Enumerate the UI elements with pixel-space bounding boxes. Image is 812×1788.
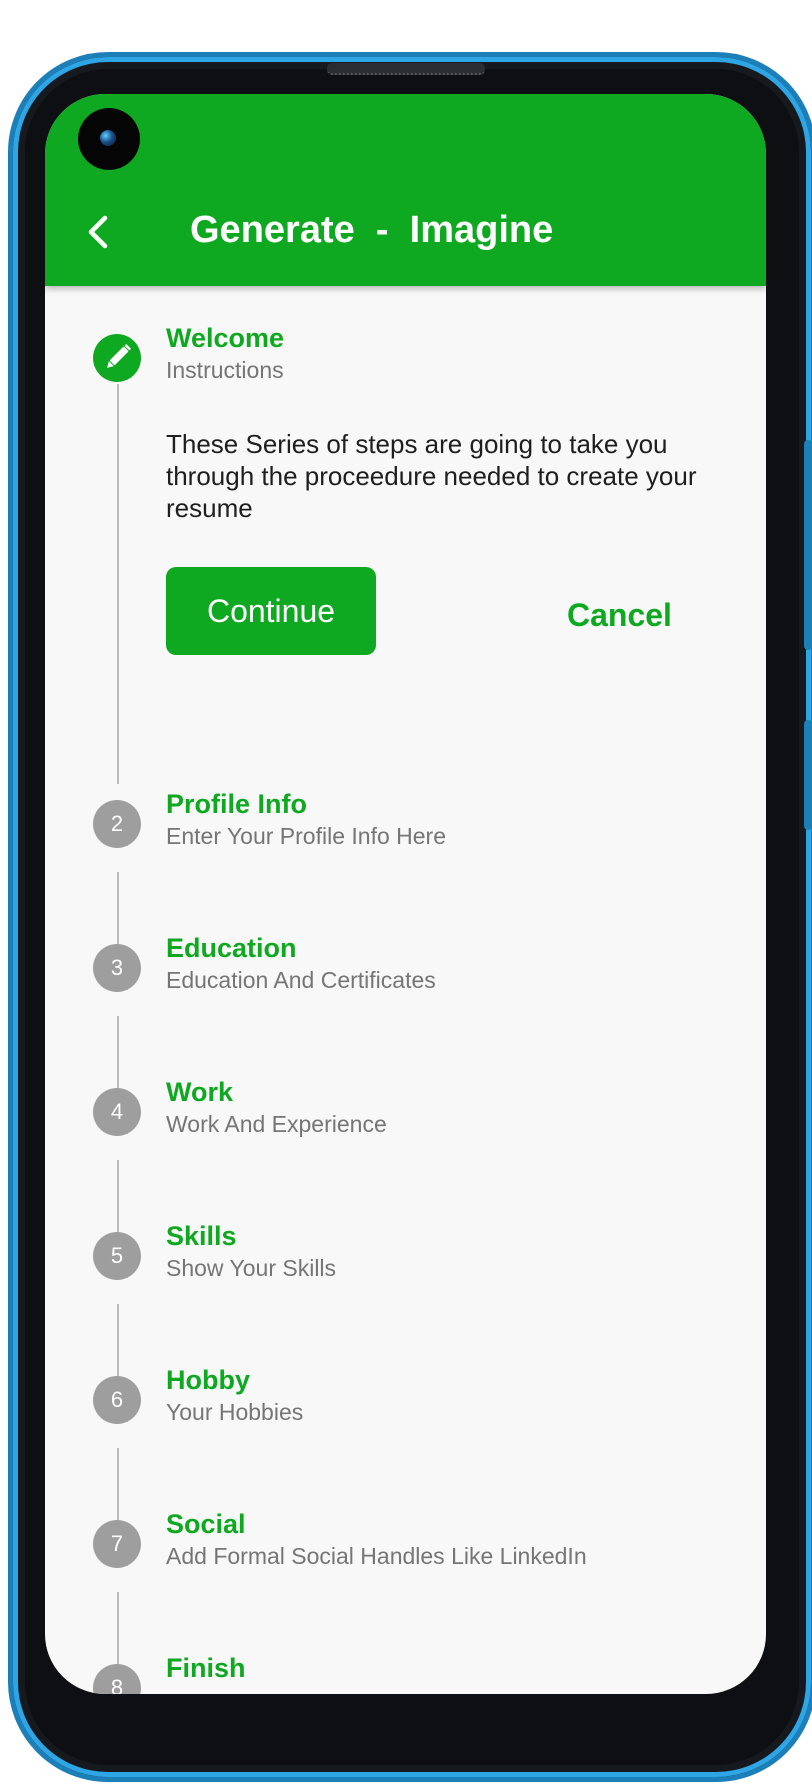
step-subtitle: Work And Experience — [166, 1111, 387, 1137]
earpiece-speaker — [327, 63, 485, 75]
step-title[interactable]: Finish — [166, 1653, 246, 1684]
step-number-indicator[interactable]: 4 — [93, 1088, 141, 1136]
step-subtitle: Add Formal Social Handles Like LinkedIn — [166, 1543, 587, 1569]
step-number-indicator[interactable]: 6 — [93, 1376, 141, 1424]
power-button — [804, 720, 812, 830]
step-connector — [117, 872, 119, 944]
step-connector — [117, 1304, 119, 1376]
continue-button[interactable]: Continue — [166, 567, 376, 655]
app-screen: Generate - Imagine Welcome Instructions … — [45, 94, 766, 1694]
step-subtitle: Education And Certificates — [166, 967, 436, 993]
step-connector — [117, 1160, 119, 1232]
step-number-indicator[interactable]: 2 — [93, 800, 141, 848]
step-connector — [117, 1448, 119, 1520]
step-subtitle: Show Your Skills — [166, 1255, 337, 1281]
step-number-indicator[interactable]: 7 — [93, 1520, 141, 1568]
step-title[interactable]: Work — [166, 1077, 233, 1108]
step-welcome-indicator[interactable] — [93, 334, 141, 382]
arrow-back-icon[interactable] — [85, 212, 113, 252]
step-number-indicator[interactable]: 3 — [93, 944, 141, 992]
step-connector — [117, 1016, 119, 1088]
step-title[interactable]: Welcome — [166, 323, 284, 354]
step-connector — [117, 1592, 119, 1664]
step-title[interactable]: Social — [166, 1509, 246, 1540]
app-bar: Generate - Imagine — [45, 94, 766, 286]
step-connector — [117, 384, 119, 784]
step-subtitle: Your Hobbies — [166, 1399, 304, 1425]
step-number-indicator[interactable]: 8 — [93, 1664, 141, 1694]
step-title[interactable]: Hobby — [166, 1365, 250, 1396]
front-camera — [78, 108, 140, 170]
step-subtitle: Instructions — [166, 357, 284, 383]
step-title[interactable]: Skills — [166, 1221, 237, 1252]
volume-button — [804, 440, 812, 650]
edit-pencil-icon — [107, 344, 131, 368]
step-title[interactable]: Profile Info — [166, 789, 307, 820]
step-number-indicator[interactable]: 5 — [93, 1232, 141, 1280]
page-title: Generate - Imagine — [190, 209, 554, 251]
step-content-text: These Series of steps are going to take … — [166, 429, 697, 523]
cancel-button[interactable]: Cancel — [567, 597, 672, 634]
step-title[interactable]: Education — [166, 933, 297, 964]
step-subtitle: Enter Your Profile Info Here — [166, 823, 446, 849]
